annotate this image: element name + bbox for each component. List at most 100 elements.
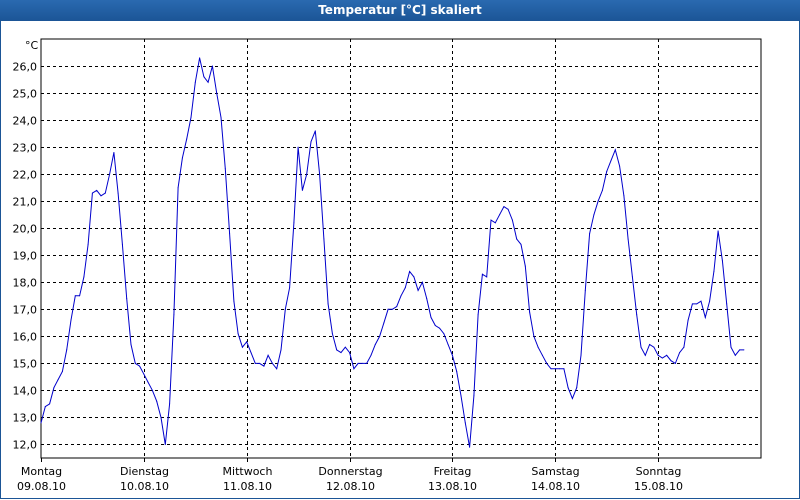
data-point xyxy=(537,346,539,348)
data-point xyxy=(289,287,291,289)
data-point xyxy=(169,403,171,405)
data-point xyxy=(156,400,158,402)
data-point xyxy=(194,81,196,83)
chart-frame: 12,0 13,0 14,0 15,0 16,0 17,0 18,0 19,0 20,0 21,0… xyxy=(0,21,800,499)
data-point xyxy=(430,316,432,318)
data-point xyxy=(623,195,625,197)
data-point xyxy=(327,303,329,305)
data-point xyxy=(666,354,668,356)
x-tick-date-label: 15.08.10 xyxy=(634,480,683,493)
data-point xyxy=(661,357,663,359)
x-tick-date-label: 12.08.10 xyxy=(326,480,375,493)
data-point xyxy=(211,65,213,67)
chart-title: Temperatur [°C] skaliert xyxy=(0,0,800,21)
data-point xyxy=(691,303,693,305)
temperature-chart: 12,0 13,0 14,0 15,0 16,0 17,0 18,0 19,0 20,0 21,0… xyxy=(13,38,762,493)
data-point xyxy=(173,314,175,316)
data-point xyxy=(426,298,428,299)
data-point xyxy=(250,352,252,354)
data-point xyxy=(400,295,402,297)
data-point xyxy=(657,354,659,356)
data-point xyxy=(344,346,346,348)
x-tick-day-label: Donnerstag xyxy=(318,465,382,478)
data-point xyxy=(404,287,406,289)
data-point xyxy=(216,92,218,94)
data-point xyxy=(276,368,278,370)
data-point xyxy=(563,368,565,370)
data-point xyxy=(700,300,702,302)
data-point xyxy=(464,422,466,424)
data-point xyxy=(674,362,676,364)
y-tick-label: 16,0 xyxy=(13,331,38,344)
data-point xyxy=(147,381,149,383)
data-point xyxy=(644,354,646,356)
x-tick-day-label: Sonntag xyxy=(636,465,682,478)
data-point xyxy=(361,362,363,364)
data-point xyxy=(104,192,106,194)
data-point xyxy=(507,208,509,210)
data-point xyxy=(306,173,308,175)
data-point xyxy=(640,346,642,348)
y-tick-label: 20,0 xyxy=(13,223,38,236)
data-point xyxy=(319,173,321,175)
data-point xyxy=(237,333,239,335)
data-point xyxy=(87,243,89,245)
y-tick-label: 19,0 xyxy=(13,250,38,263)
data-point xyxy=(743,349,745,351)
data-point xyxy=(109,173,111,175)
data-point xyxy=(730,346,732,348)
data-point xyxy=(44,406,46,408)
data-point xyxy=(190,116,192,118)
data-point xyxy=(571,398,573,399)
data-point xyxy=(460,395,462,397)
data-point xyxy=(113,152,115,153)
data-point xyxy=(164,444,166,445)
data-point xyxy=(391,308,393,310)
x-tick-date-label: 09.08.10 xyxy=(17,480,66,493)
data-point xyxy=(477,314,479,316)
data-point xyxy=(541,354,543,356)
data-point xyxy=(687,319,689,321)
data-point xyxy=(203,76,205,78)
data-point xyxy=(601,189,603,191)
data-point xyxy=(280,349,282,351)
data-point xyxy=(314,130,316,132)
data-point xyxy=(336,349,338,351)
data-point xyxy=(614,149,616,151)
data-point xyxy=(353,368,355,370)
data-point xyxy=(473,395,475,397)
x-tick-day-label: Samstag xyxy=(531,465,579,478)
data-point xyxy=(554,368,556,370)
data-point xyxy=(70,319,72,321)
data-point xyxy=(74,295,76,297)
data-point xyxy=(567,387,569,389)
data-point xyxy=(387,308,389,310)
data-point xyxy=(323,238,325,240)
y-tick-label: 14,0 xyxy=(13,385,38,398)
y-tick-label: 18,0 xyxy=(13,277,38,290)
y-tick-label: 15,0 xyxy=(13,358,38,371)
y-tick-label: 24,0 xyxy=(13,115,38,128)
data-point xyxy=(439,327,441,329)
data-point xyxy=(83,276,85,278)
data-point xyxy=(486,276,488,278)
data-point xyxy=(683,346,685,348)
data-point xyxy=(40,422,42,424)
data-point xyxy=(271,362,273,364)
data-point xyxy=(447,344,449,345)
data-point xyxy=(349,352,351,354)
data-point xyxy=(533,335,535,337)
data-point xyxy=(721,260,723,262)
data-point xyxy=(177,187,179,189)
data-point xyxy=(331,333,333,335)
data-point xyxy=(443,333,445,335)
data-point xyxy=(511,219,513,221)
data-point xyxy=(559,368,561,370)
data-point xyxy=(580,354,582,356)
data-point xyxy=(679,352,681,354)
data-point xyxy=(134,362,136,364)
data-point xyxy=(297,146,299,148)
data-point xyxy=(121,243,123,245)
data-point xyxy=(374,344,376,345)
data-point xyxy=(267,354,269,356)
